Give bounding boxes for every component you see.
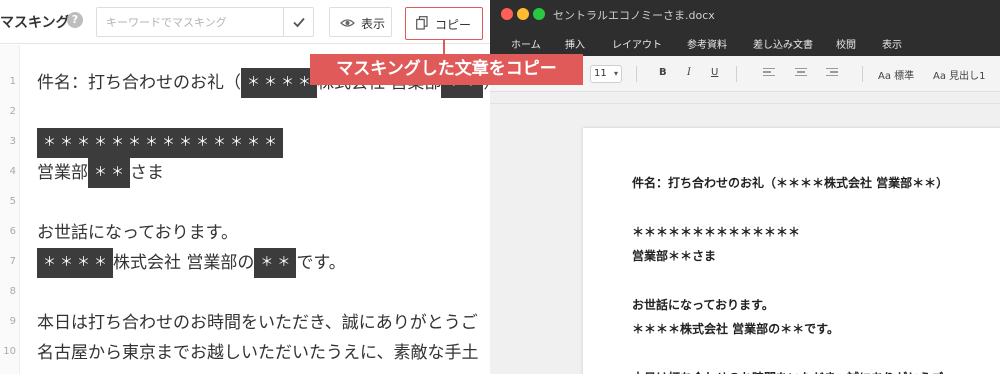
- line-number: 1: [9, 76, 16, 87]
- text-editor[interactable]: 件名：打ち合わせのお礼（＊＊＊＊株式会社 営業部＊＊）＊＊＊＊＊＊＊＊＊＊＊＊＊…: [37, 45, 490, 374]
- editor-text: です。: [296, 253, 346, 273]
- line-number: 4: [9, 166, 16, 177]
- line-number: 10: [3, 346, 16, 357]
- minimize-window-icon[interactable]: [517, 8, 529, 20]
- tab-insert[interactable]: 挿入: [565, 36, 585, 51]
- apply-mask-button[interactable]: [283, 8, 313, 36]
- document-line: ＊＊＊＊株式会社 営業部の＊＊です。: [632, 322, 839, 337]
- editor-line: 営業部 ＊＊ さま: [37, 158, 164, 188]
- style-normal-button[interactable]: Aa 標準: [878, 67, 914, 82]
- masked-text: ＊＊＊＊: [241, 68, 318, 98]
- masked-text: ＊＊: [88, 158, 131, 188]
- copy-icon: [416, 16, 428, 30]
- divider: [862, 66, 863, 82]
- divider: [636, 66, 637, 82]
- align-left-icon[interactable]: [763, 68, 775, 78]
- tab-review[interactable]: 校閲: [836, 36, 856, 51]
- editor-line: 本日は打ち合わせのお時間をいただき、誠にありがとうご: [37, 308, 478, 338]
- editor-line: ＊＊＊＊ 株式会社 営業部の ＊＊ です。: [37, 248, 346, 278]
- line-number: 5: [9, 196, 16, 207]
- window-titlebar: セントラルエコノミーさま.docx: [490, 0, 1000, 28]
- help-icon[interactable]: ?: [67, 12, 83, 28]
- tab-layout[interactable]: レイアウト: [612, 36, 662, 51]
- tab-home[interactable]: ホーム: [511, 36, 541, 51]
- line-number: 9: [9, 316, 16, 327]
- close-window-icon[interactable]: [501, 8, 513, 20]
- align-center-icon[interactable]: [795, 68, 807, 78]
- font-size-select[interactable]: 11 ▾: [590, 65, 622, 83]
- document-page[interactable]: 件名：打ち合わせのお礼（＊＊＊＊株式会社 営業部＊＊） ＊＊＊＊＊＊＊＊＊＊＊＊＊…: [583, 128, 1000, 374]
- underline-button[interactable]: U: [711, 67, 718, 78]
- editor-line: お世話になっております。: [37, 218, 238, 248]
- ruler: [490, 92, 1000, 104]
- editor-line: ＊＊＊＊＊＊＊＊＊＊＊＊＊＊: [37, 128, 284, 158]
- divider: [736, 66, 737, 82]
- line-number: 8: [9, 286, 16, 297]
- callout-connector: [443, 40, 445, 55]
- editor-line: 名古屋から東京までお越しいただいたうえに、素敵な手土: [37, 338, 479, 368]
- tab-view[interactable]: 表示: [882, 36, 902, 51]
- style-heading1-button[interactable]: Aa 見出し1: [933, 67, 986, 82]
- editor-text: お世話になっております。: [37, 223, 238, 243]
- check-icon: [293, 17, 305, 28]
- masked-text: ＊＊: [254, 248, 297, 278]
- editor-text: 株式会社 営業部の: [113, 253, 255, 273]
- bold-button[interactable]: B: [659, 67, 667, 78]
- masking-toolbar: マスキング ? 表示 コピー: [0, 0, 490, 44]
- ribbon-tabs: ホーム 挿入 レイアウト 参考資料 差し込み文書 校閲 表示: [490, 28, 1000, 56]
- document-line: 本日は打ち合わせのお時間をいただき、誠にありがとうご: [632, 369, 943, 374]
- window-title: セントラルエコノミーさま.docx: [553, 9, 715, 22]
- line-number-gutter: 1 2 3 4 5 6 7 8 9 10: [0, 45, 20, 374]
- copy-button[interactable]: コピー: [405, 7, 483, 40]
- line-number: 2: [9, 106, 16, 117]
- document-line: 件名：打ち合わせのお礼（＊＊＊＊株式会社 営業部＊＊）: [632, 176, 949, 190]
- font-size-value: 11: [594, 68, 607, 79]
- tab-mailings[interactable]: 差し込み文書: [753, 36, 813, 51]
- panel-title: マスキング: [0, 15, 70, 31]
- editor-text: 件名：打ち合わせのお礼（: [37, 73, 241, 93]
- document-line: お世話になっております。: [632, 298, 774, 312]
- align-right-icon[interactable]: [826, 68, 838, 78]
- copy-button-label: コピー: [435, 18, 472, 32]
- keyword-input[interactable]: [97, 8, 285, 36]
- masked-text: ＊＊＊＊＊＊＊＊＊＊＊＊＊＊: [37, 128, 284, 158]
- editor-text: 名古屋から東京までお越しいただいたうえに、素敵な手土: [37, 343, 479, 363]
- eye-icon: [340, 19, 355, 27]
- document-line: ＊＊＊＊＊＊＊＊＊＊＊＊＊＊: [632, 224, 801, 239]
- line-number: 7: [9, 256, 16, 267]
- zoom-window-icon[interactable]: [533, 8, 545, 20]
- keyword-mask-field: [96, 7, 314, 37]
- show-button-label: 表示: [361, 17, 386, 31]
- editor-text: 営業部: [37, 163, 88, 183]
- masked-text: ＊＊＊＊: [37, 248, 114, 278]
- copy-callout: マスキングした文章をコピー: [310, 54, 583, 85]
- line-number: 3: [9, 136, 16, 147]
- italic-button[interactable]: I: [687, 67, 691, 78]
- chevron-down-icon: ▾: [613, 69, 618, 78]
- tab-references[interactable]: 参考資料: [687, 36, 727, 51]
- document-line: 営業部＊＊さま: [632, 249, 717, 264]
- show-button[interactable]: 表示: [329, 7, 392, 37]
- editor-text: 本日は打ち合わせのお時間をいただき、誠にありがとうご: [37, 313, 478, 333]
- line-number: 6: [9, 226, 16, 237]
- editor-text: さま: [130, 163, 165, 183]
